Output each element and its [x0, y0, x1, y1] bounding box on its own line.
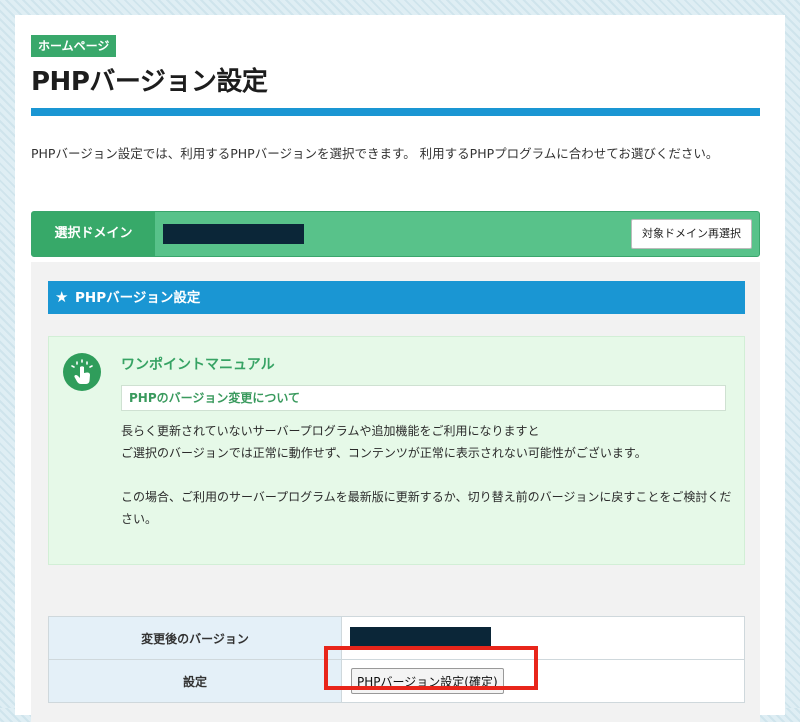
manual-body: 長らく更新されていないサーバープログラムや追加機能をご利用になりますと ご選択の… [121, 420, 733, 530]
title-underline [31, 108, 760, 116]
confirm-php-version-button[interactable]: PHPバージョン設定(確定) [351, 668, 504, 694]
table-row: 設定 PHPバージョン設定(確定) [48, 659, 745, 703]
settings-table: 変更後のバージョン 設定 PHPバージョン設定(確定) [48, 616, 745, 703]
new-version-label: 変更後のバージョン [48, 616, 342, 660]
section-header: ★ PHPバージョン設定 [48, 281, 745, 314]
new-version-value [350, 627, 491, 646]
section-title: PHPバージョン設定 [75, 290, 201, 306]
pointing-hand-icon [63, 353, 101, 391]
manual-subtitle: PHPのバージョン変更について [121, 385, 726, 411]
content-area: ★ PHPバージョン設定 ワンポイントマニュアル PHPのバージョン変更について … [31, 262, 760, 722]
intro-text: PHPバージョン設定では、利用するPHPバージョンを選択できます。 利用するPH… [31, 146, 719, 161]
setting-cell: PHPバージョン設定(確定) [341, 659, 745, 703]
page-title: PHPバージョン設定 [31, 67, 268, 97]
manual-title: ワンポイントマニュアル [121, 357, 275, 373]
manual-line: 長らく更新されていないサーバープログラムや追加機能をご利用になりますと [121, 424, 540, 438]
one-point-manual: ワンポイントマニュアル PHPのバージョン変更について 長らく更新されていないサ… [48, 336, 745, 565]
reselect-domain-button[interactable]: 対象ドメイン再選択 [631, 219, 752, 249]
setting-label: 設定 [48, 659, 342, 703]
table-row: 変更後のバージョン [48, 616, 745, 660]
main-panel: ホームページ PHPバージョン設定 PHPバージョン設定では、利用するPHPバー… [15, 15, 785, 722]
manual-spacer [121, 464, 733, 486]
manual-line: この場合、ご利用のサーバープログラムを最新版に更新するか、切り替え前のバージョン… [121, 490, 732, 526]
star-icon: ★ [55, 288, 69, 306]
selected-domain-label: 選択ドメイン [32, 212, 155, 256]
new-version-cell [341, 616, 745, 660]
breadcrumb-badge[interactable]: ホームページ [31, 35, 117, 57]
selected-domain-bar: 選択ドメイン 対象ドメイン再選択 [31, 211, 760, 257]
manual-line: ご選択のバージョンでは正常に動作せず、コンテンツが正常に表示されない可能性がござ… [121, 446, 647, 460]
selected-domain-value [163, 224, 304, 244]
